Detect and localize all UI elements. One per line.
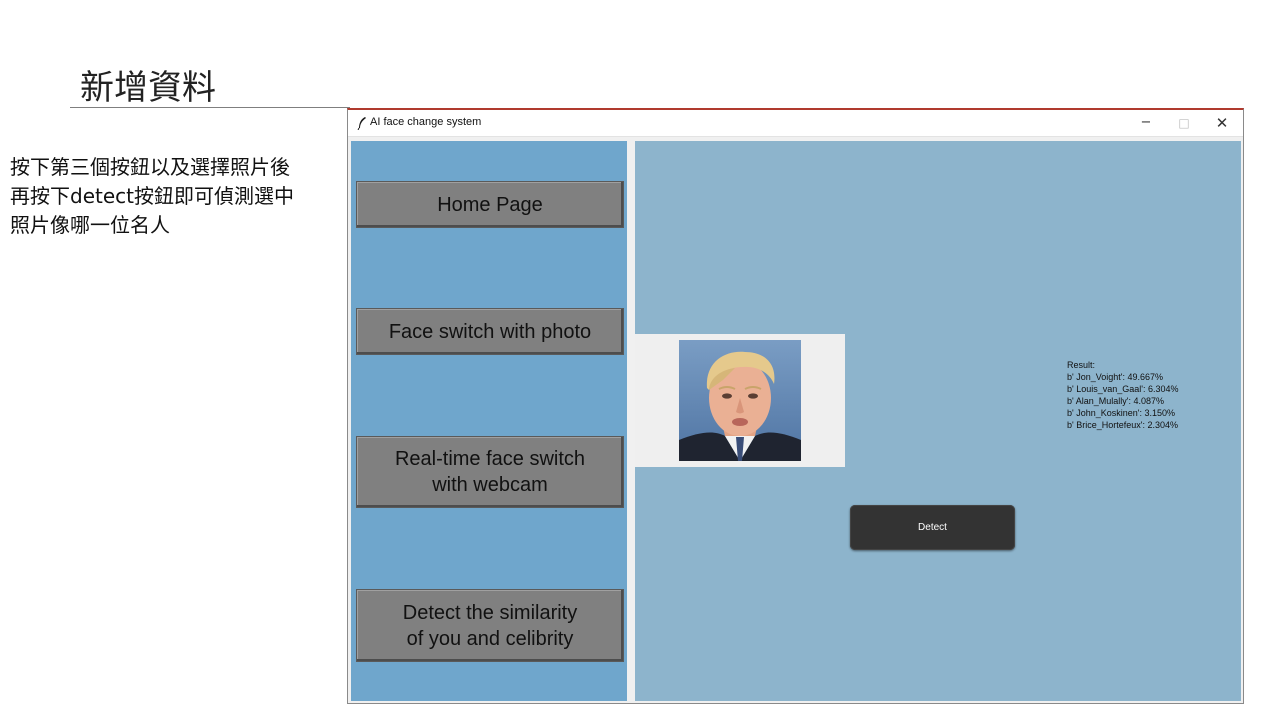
realtime-face-switch-button[interactable]: Real-time face switch with webcam bbox=[356, 436, 624, 508]
result-line: b' Louis_van_Gaal': 6.304% bbox=[1067, 384, 1179, 394]
slide: 新增資料 按下第三個按鈕以及選擇照片後 再按下detect按鈕即可偵測選中 照片… bbox=[0, 0, 1280, 720]
button-label: Detect the similarity of you and celibri… bbox=[402, 601, 578, 650]
sidebar: Home Page Face switch with photo Real-ti… bbox=[351, 141, 627, 701]
slide-title: 新增資料 bbox=[80, 68, 216, 108]
app-window: AI face change system − □ ✕ Home Page Fa… bbox=[347, 108, 1244, 704]
photo-frame bbox=[635, 334, 845, 467]
result-line: b' Jon_Voight': 49.667% bbox=[1067, 372, 1164, 382]
button-label: Home Page bbox=[437, 193, 543, 216]
face-switch-photo-button[interactable]: Face switch with photo bbox=[356, 308, 624, 355]
main-panel: Result: b' Jon_Voight': 49.667% b' Louis… bbox=[635, 141, 1241, 701]
button-label: Face switch with photo bbox=[388, 320, 592, 343]
detect-similarity-button[interactable]: Detect the similarity of you and celibri… bbox=[356, 589, 624, 662]
home-page-button[interactable]: Home Page bbox=[356, 181, 624, 228]
description-line: 照片像哪一位名人 bbox=[10, 213, 170, 237]
close-button[interactable]: ✕ bbox=[1203, 110, 1241, 136]
detect-button[interactable]: Detect bbox=[850, 505, 1015, 550]
description-line: 按下第三個按鈕以及選擇照片後 bbox=[10, 155, 290, 179]
maximize-button[interactable]: □ bbox=[1165, 110, 1203, 136]
result-line: b' Brice_Hortefeux': 2.304% bbox=[1067, 420, 1178, 430]
result-line: b' John_Koskinen': 3.150% bbox=[1067, 408, 1176, 418]
description-line: 再按下detect按鈕即可偵測選中 bbox=[10, 184, 294, 208]
window-titlebar[interactable]: AI face change system − □ ✕ bbox=[348, 110, 1243, 137]
minimize-button[interactable]: − bbox=[1127, 110, 1165, 136]
slide-description: 按下第三個按鈕以及選擇照片後 再按下detect按鈕即可偵測選中 照片像哪一位名… bbox=[10, 153, 350, 240]
title-divider bbox=[70, 107, 350, 108]
result-line: b' Alan_Mulally': 4.087% bbox=[1067, 396, 1164, 406]
window-title: AI face change system bbox=[370, 116, 482, 128]
feather-icon bbox=[357, 117, 366, 130]
button-label: Real-time face switch with webcam bbox=[394, 448, 586, 496]
result-line: Result: bbox=[1067, 360, 1096, 370]
face-photo bbox=[679, 340, 801, 461]
result-text: Result: b' Jon_Voight': 49.667% b' Louis… bbox=[1067, 359, 1179, 431]
